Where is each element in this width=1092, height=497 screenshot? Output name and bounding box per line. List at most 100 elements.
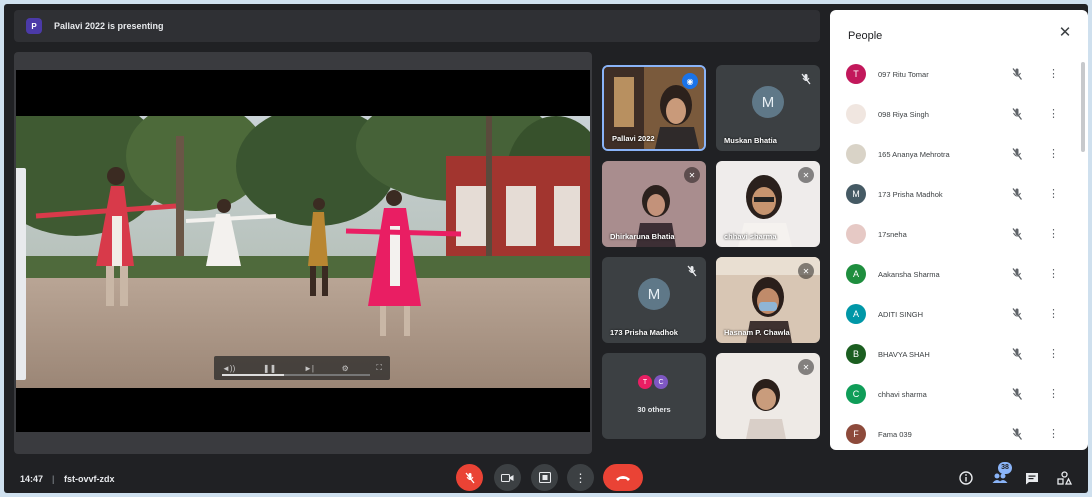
close-icon[interactable]: ✕	[1056, 24, 1074, 42]
end-call-button[interactable]	[603, 464, 643, 491]
activities-button[interactable]	[1054, 468, 1074, 488]
chat-icon	[1026, 472, 1038, 484]
participant-name: 173 Prisha Madhok	[878, 189, 943, 199]
participant-row[interactable]: B BHAVYA SHAH ⋮	[830, 334, 1074, 374]
tile-name: chhavi sharma	[724, 232, 777, 241]
tile-muskan[interactable]: M Muskan Bhatia	[716, 65, 820, 151]
tile-prisha[interactable]: M 173 Prisha Madhok	[602, 257, 706, 343]
tile-name: Muskan Bhatia	[724, 136, 777, 145]
muted-mic-icon: ✕	[798, 359, 814, 375]
more-vert-icon[interactable]: ⋮	[1048, 307, 1059, 321]
dance-video-frame	[16, 116, 590, 388]
more-vert-icon[interactable]: ⋮	[1048, 347, 1059, 361]
more-options-button[interactable]: ⋮	[567, 464, 594, 491]
avatar: C	[846, 384, 866, 404]
more-vert-icon[interactable]: ⋮	[1048, 427, 1059, 441]
fullscreen-icon[interactable]: ⛶	[376, 363, 382, 373]
muted-mic-icon[interactable]	[1010, 347, 1024, 361]
skip-icon[interactable]: ►|	[304, 364, 314, 373]
tile-pallavi[interactable]: ◉ Pallavi 2022	[602, 65, 706, 151]
muted-mic-icon[interactable]	[1010, 107, 1024, 121]
info-icon	[959, 471, 973, 485]
muted-mic-icon: ✕	[684, 167, 700, 183]
meeting-details-button[interactable]	[956, 468, 976, 488]
participant-row[interactable]: Cchhavi sharma ⋮	[830, 374, 1074, 414]
tile-dhirkaruna[interactable]: ✕ Dhirkaruna Bhatia	[602, 161, 706, 247]
participant-row[interactable]: F Fama 039 ⋮	[830, 414, 1074, 450]
participant-name: 098 Riya Singh	[878, 109, 929, 119]
people-panel: People ✕ T 097 Ritu Tomar ⋮ 098 Riya Singh ⋮…	[830, 10, 1088, 450]
muted-mic-icon	[686, 265, 698, 277]
avatar: T	[846, 64, 866, 84]
separator: |	[52, 474, 55, 484]
muted-mic-icon[interactable]	[1010, 387, 1024, 401]
stage-side-handle[interactable]	[16, 168, 26, 380]
volume-icon[interactable]: ◄))	[222, 364, 235, 373]
participant-row[interactable]: 17sneha ⋮	[830, 214, 1074, 254]
muted-mic-icon[interactable]	[1010, 67, 1024, 81]
more-vert-icon[interactable]: ⋮	[1048, 387, 1059, 401]
avatar: A	[846, 304, 866, 324]
more-vert-icon[interactable]: ⋮	[1048, 267, 1059, 281]
participant-list[interactable]: T 097 Ritu Tomar ⋮ 098 Riya Singh ⋮ 165 Anany…	[830, 54, 1074, 450]
activities-icon	[1056, 471, 1072, 485]
tile-chhavi[interactable]: ✕ chhavi sharma	[716, 161, 820, 247]
participant-name: Fama 039	[878, 429, 912, 439]
participant-row[interactable]: T 097 Ritu Tomar ⋮	[830, 54, 1074, 94]
chat-button[interactable]	[1022, 468, 1042, 488]
muted-mic-icon	[800, 73, 812, 85]
avatar: M	[846, 184, 866, 204]
pause-icon[interactable]: ❚❚	[263, 364, 276, 373]
avatar: C	[654, 375, 668, 389]
bottom-control-bar: 14:47 | fst-ovvf-zdx ⋮ 38	[4, 462, 1088, 493]
video-player-controls[interactable]: ◄)) ❚❚ ►| ⚙ ⛶	[214, 356, 390, 380]
avatar: F	[846, 424, 866, 444]
mic-toggle-button[interactable]	[456, 464, 483, 491]
meeting-code: fst-ovvf-zdx	[64, 474, 115, 484]
participant-name: chhavi sharma	[878, 389, 927, 399]
participant-name: BHAVYA SHAH	[878, 349, 930, 359]
present-button[interactable]	[531, 464, 558, 491]
participant-row[interactable]: A Aakansha Sharma ⋮	[830, 254, 1074, 294]
participant-row[interactable]: A ADITI SINGH ⋮	[830, 294, 1074, 334]
avatar: T	[638, 375, 652, 389]
muted-mic-icon[interactable]	[1010, 307, 1024, 321]
camera-toggle-button[interactable]	[494, 464, 521, 491]
muted-mic-icon[interactable]	[1010, 267, 1024, 281]
tile-others[interactable]: T C 30 others	[602, 353, 706, 439]
video-progress-fill	[222, 374, 285, 376]
meet-window: P Pallavi 2022 is presenting ◄)) ❚❚ ►| ⚙…	[4, 4, 1088, 493]
tile-name: Pallavi 2022	[612, 134, 655, 143]
speaking-indicator-icon: ◉	[682, 73, 698, 89]
presenter-avatar: P	[26, 18, 42, 34]
more-vert-icon[interactable]: ⋮	[1048, 107, 1059, 121]
participant-name: 17sneha	[878, 229, 907, 239]
participant-name: Aakansha Sharma	[878, 269, 940, 279]
more-vert-icon: ⋮	[574, 470, 587, 485]
muted-mic-icon[interactable]	[1010, 187, 1024, 201]
more-vert-icon[interactable]: ⋮	[1048, 227, 1059, 241]
people-scrollbar[interactable]	[1081, 62, 1085, 152]
participant-row[interactable]: 165 Ananya Mehrotra ⋮	[830, 134, 1074, 174]
muted-mic-icon[interactable]	[1010, 227, 1024, 241]
video-progress-bar[interactable]	[222, 374, 370, 376]
tile-child[interactable]: ✕	[716, 353, 820, 439]
mic-off-icon	[464, 472, 475, 483]
participant-name: 097 Ritu Tomar	[878, 69, 929, 79]
more-vert-icon[interactable]: ⋮	[1048, 67, 1059, 81]
people-panel-title: People	[848, 30, 883, 42]
presented-video[interactable]: ◄)) ❚❚ ►| ⚙ ⛶	[16, 70, 590, 432]
muted-mic-icon[interactable]	[1010, 427, 1024, 441]
more-vert-icon[interactable]: ⋮	[1048, 147, 1059, 161]
others-count: 30 others	[637, 405, 671, 414]
avatar: A	[846, 264, 866, 284]
people-count-badge: 38	[998, 462, 1012, 474]
settings-icon[interactable]: ⚙	[342, 364, 349, 373]
participant-row[interactable]: 098 Riya Singh ⋮	[830, 94, 1074, 134]
tile-hasnam[interactable]: ✕ Hasnam P. Chawla	[716, 257, 820, 343]
more-vert-icon[interactable]: ⋮	[1048, 187, 1059, 201]
tile-name: Hasnam P. Chawla	[724, 328, 790, 337]
participant-row[interactable]: M 173 Prisha Madhok ⋮	[830, 174, 1074, 214]
muted-mic-icon[interactable]	[1010, 147, 1024, 161]
tile-name: 173 Prisha Madhok	[610, 328, 678, 337]
